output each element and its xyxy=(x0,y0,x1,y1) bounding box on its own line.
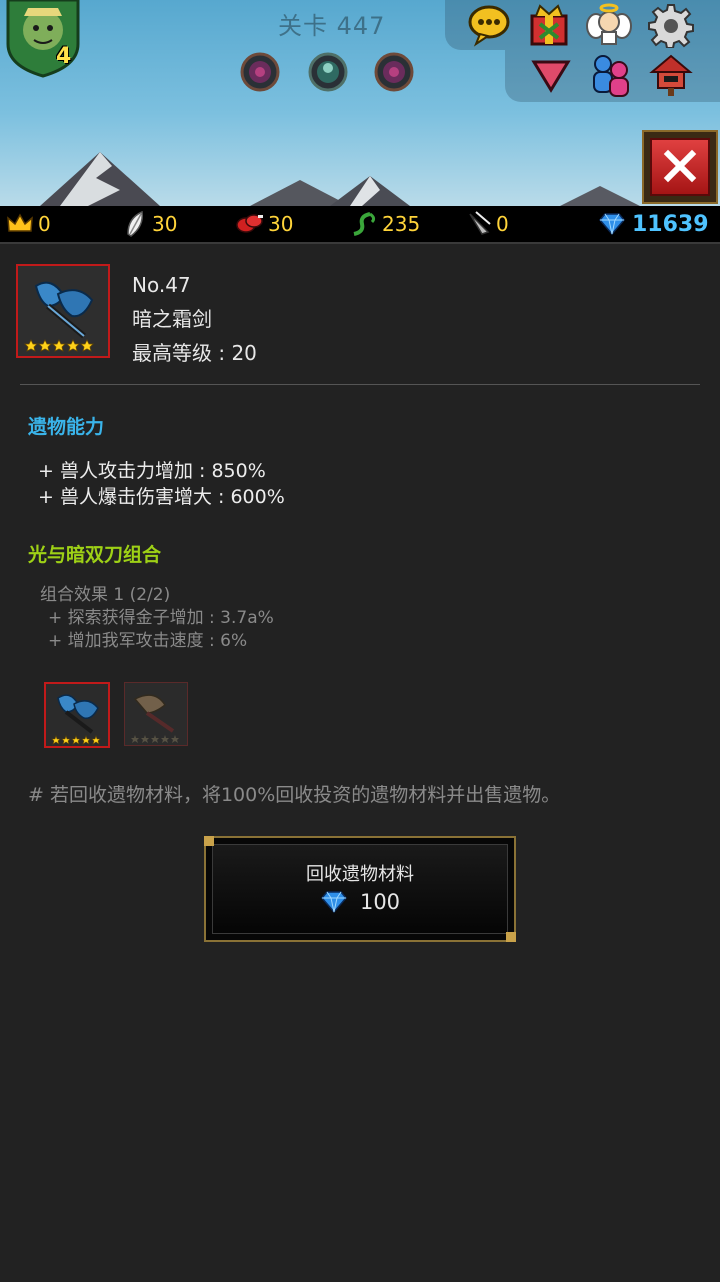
combo-effect-line: + 增加我军攻击速度 : 6% xyxy=(48,631,248,651)
vine-count: 235 xyxy=(382,212,421,236)
close-icon xyxy=(663,149,697,183)
meat-count: 30 xyxy=(268,212,294,236)
abilities-title: 遗物能力 xyxy=(28,416,105,438)
combo-slot-frost-sword[interactable] xyxy=(44,682,110,748)
button-corner xyxy=(204,836,214,846)
resource-bar: 0 30 30 235 0 11639 xyxy=(0,206,720,242)
relic-number: No.47 xyxy=(132,273,191,297)
relic-max-level: 最高等级 : 20 xyxy=(132,336,257,370)
light-sword-icon xyxy=(131,694,179,743)
relic-portrait xyxy=(16,264,110,358)
recycle-note: # 若回收遗物材料，将100%回收投资的遗物材料并出售遗物。 xyxy=(28,784,561,806)
resource-crown: 0 xyxy=(6,206,51,242)
boss-medal-icon xyxy=(308,52,348,92)
friends-icon[interactable] xyxy=(588,52,634,98)
crown-count: 0 xyxy=(38,212,51,236)
resource-claw: 0 xyxy=(466,206,509,242)
close-button[interactable] xyxy=(642,130,718,204)
claw-icon xyxy=(469,211,491,235)
feather-icon xyxy=(127,210,144,237)
frost-sword-icon xyxy=(24,281,94,352)
angel-icon[interactable] xyxy=(586,2,632,48)
combo-effects: 组合效果 1 (2/2) + 探索获得金子增加 : 3.7a% + 增加我军攻击… xyxy=(40,584,274,653)
diamond-icon xyxy=(599,213,625,236)
orc-avatar-icon xyxy=(6,0,80,78)
meat-icon xyxy=(236,214,263,233)
crown-icon xyxy=(7,213,33,232)
wave-medal-icon xyxy=(374,52,414,92)
recycle-relic-button[interactable]: 回收遗物材料 100 xyxy=(204,836,516,942)
button-corner xyxy=(506,932,516,942)
relic-info: No.47 暗之霜剑 最高等级 : 20 xyxy=(132,268,257,370)
relic-detail-panel: No.47 暗之霜剑 最高等级 : 20 遗物能力 + 兽人攻击力增加 : 85… xyxy=(0,242,720,1282)
chat-icon[interactable] xyxy=(466,2,512,48)
resource-vine: 235 xyxy=(350,206,420,242)
recycle-button-label: 回收遗物材料 xyxy=(306,864,414,885)
divider xyxy=(20,384,700,385)
mailbox-house-icon[interactable] xyxy=(648,52,694,98)
resource-gems: 11639 xyxy=(598,206,709,242)
recycle-cost-value: 100 xyxy=(359,890,401,914)
resource-feather: 30 xyxy=(122,206,177,242)
max-level-value: 20 xyxy=(231,341,257,365)
feather-count: 30 xyxy=(152,212,178,236)
gem-count: 11639 xyxy=(632,211,709,237)
claw-count: 0 xyxy=(496,212,509,236)
recycle-cost: 100 xyxy=(206,890,514,914)
wave-medal-icon xyxy=(240,52,280,92)
player-level: 4 xyxy=(56,44,72,69)
vine-icon xyxy=(353,212,376,236)
gift-box-icon[interactable] xyxy=(526,2,572,48)
combo-title: 光与暗双刀组合 xyxy=(28,544,162,566)
combo-effect-header: 组合效果 1 (2/2) xyxy=(40,585,171,605)
resource-meat: 30 xyxy=(234,206,293,242)
diamond-icon xyxy=(320,891,347,914)
relic-name: 暗之霜剑 xyxy=(132,307,212,331)
player-avatar[interactable]: 4 xyxy=(2,0,84,78)
frost-sword-icon xyxy=(51,694,101,745)
max-level-label: 最高等级 : xyxy=(132,341,232,365)
game-scene-header: 4 关卡 447 xyxy=(0,0,720,206)
ability-list: + 兽人攻击力增加 : 850% + 兽人爆击伤害增大 : 600% xyxy=(38,458,285,510)
dropdown-arrow-icon[interactable] xyxy=(528,52,574,98)
ability-line: + 兽人爆击伤害增大 : 600% xyxy=(38,486,285,508)
combo-effect-line: + 探索获得金子增加 : 3.7a% xyxy=(48,608,274,628)
gear-icon[interactable] xyxy=(648,2,694,48)
stage-title: 关卡 447 xyxy=(278,12,386,40)
combo-slot-light-sword[interactable] xyxy=(124,682,188,746)
ability-line: + 兽人攻击力增加 : 850% xyxy=(38,460,266,482)
